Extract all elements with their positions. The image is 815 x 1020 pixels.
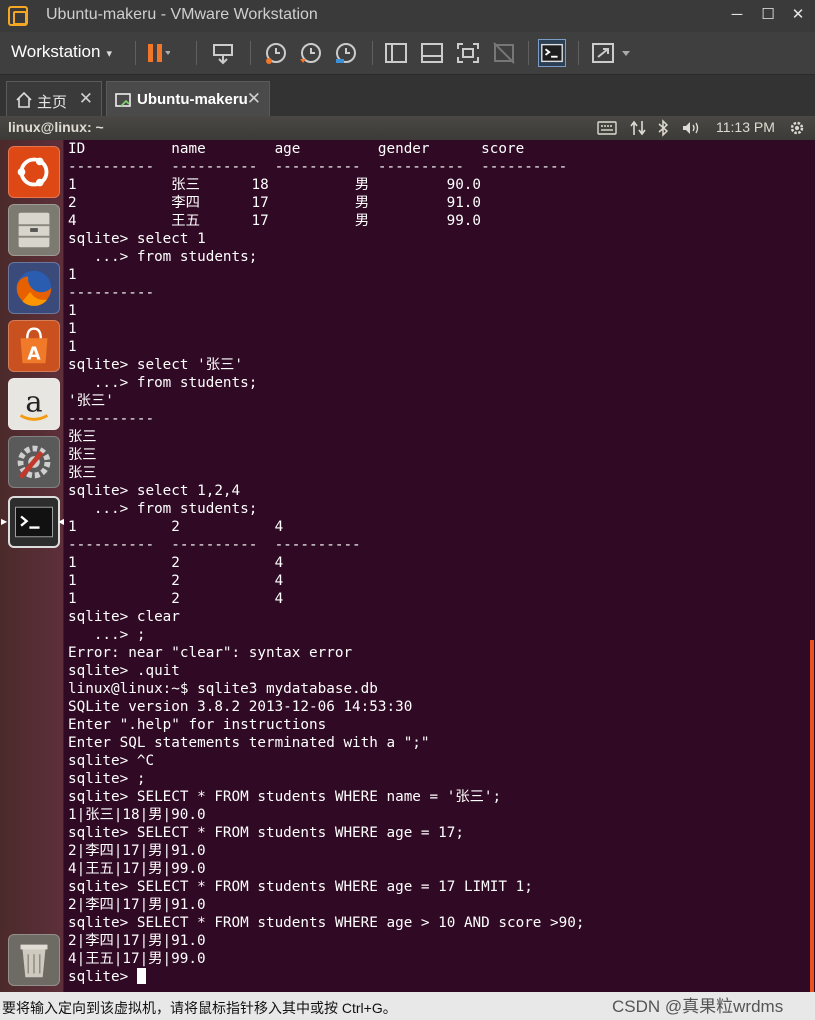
sidebar-icon[interactable] bbox=[382, 39, 410, 67]
terminal-prompt: sqlite> bbox=[68, 969, 137, 985]
svg-text:a: a bbox=[25, 385, 42, 419]
vmware-toolbar: Workstation ▾ bbox=[0, 32, 815, 74]
stretch-icon[interactable] bbox=[590, 39, 636, 67]
terminal-icon[interactable] bbox=[8, 496, 60, 548]
active-indicator-icon: ▶ bbox=[1, 517, 8, 526]
toolbar-divider bbox=[135, 41, 136, 65]
snapshot-manager-icon[interactable] bbox=[332, 39, 360, 67]
ubuntu-launcher: A a ▶ ◀ bbox=[0, 140, 64, 992]
vm-icon bbox=[115, 93, 131, 107]
network-icon[interactable] bbox=[629, 120, 647, 136]
terminal-output: ID name age gender score ---------- ----… bbox=[68, 140, 584, 986]
ubuntu-dash-icon[interactable] bbox=[8, 146, 60, 198]
status-message: 要将输入定向到该虚拟机，请将鼠标指针移入其中或按 Ctrl+G。 bbox=[2, 1000, 397, 1016]
toolbar-divider bbox=[250, 41, 251, 65]
terminal-window[interactable]: ID name age gender score ---------- ----… bbox=[64, 140, 815, 992]
workstation-menu-label: Workstation bbox=[11, 42, 101, 61]
tab-bar: 主页 ✕ Ubuntu-makeru ✕ bbox=[0, 74, 815, 117]
toolbar-divider bbox=[196, 41, 197, 65]
active-window-title: linux@linux: ~ bbox=[8, 119, 104, 135]
terminal-cursor bbox=[136, 968, 146, 984]
thumbnail-icon[interactable] bbox=[418, 39, 446, 67]
toolbar-divider bbox=[372, 41, 373, 65]
workstation-menu[interactable]: Workstation ▾ bbox=[11, 42, 112, 62]
fullscreen-icon[interactable] bbox=[454, 39, 482, 67]
watermark: CSDN @真果粒wrdms bbox=[612, 997, 784, 1016]
window-title: Ubuntu-makeru - VMware Workstation bbox=[46, 6, 318, 23]
chevron-down-icon: ▾ bbox=[106, 48, 112, 60]
close-icon[interactable]: ✕ bbox=[79, 89, 93, 109]
tab-ubuntu-makeru[interactable]: Ubuntu-makeru ✕ bbox=[106, 81, 270, 117]
toolbar-divider bbox=[578, 41, 579, 65]
vmware-status-bar: 要将输入定向到该虚拟机，请将鼠标指针移入其中或按 Ctrl+G。 CSDN @真… bbox=[0, 992, 815, 1020]
toolbar-divider bbox=[528, 41, 529, 65]
tab-label: 主页 bbox=[37, 94, 68, 111]
terminal-text: ID name age gender score ---------- ----… bbox=[68, 141, 585, 967]
close-icon[interactable]: ✕ bbox=[247, 89, 261, 109]
volume-icon[interactable] bbox=[681, 120, 703, 136]
snapshot-icon[interactable] bbox=[262, 39, 290, 67]
firefox-icon[interactable] bbox=[8, 262, 60, 314]
trash-icon[interactable] bbox=[8, 934, 60, 986]
home-icon bbox=[16, 91, 32, 108]
console-icon[interactable] bbox=[538, 39, 566, 67]
pause-icon[interactable] bbox=[142, 39, 170, 67]
send-keys-icon[interactable] bbox=[210, 39, 238, 67]
tab-home[interactable]: 主页 ✕ bbox=[6, 81, 102, 117]
maximize-button[interactable]: ☐ bbox=[756, 4, 780, 26]
unity-icon[interactable] bbox=[490, 39, 518, 67]
minimize-button[interactable]: ─ bbox=[725, 4, 749, 26]
keyboard-icon[interactable] bbox=[597, 121, 617, 135]
vmware-title-bar: Ubuntu-makeru - VMware Workstation ─ ☐ ✕ bbox=[0, 0, 815, 32]
settings-gear-icon[interactable] bbox=[788, 119, 806, 137]
scrollbar[interactable] bbox=[810, 640, 814, 992]
vmware-logo-icon bbox=[8, 6, 28, 26]
svg-text:A: A bbox=[27, 344, 41, 364]
tab-label: Ubuntu-makeru bbox=[137, 91, 248, 108]
ubuntu-top-panel: linux@linux: ~ 11:13 PM bbox=[0, 116, 815, 140]
bluetooth-icon[interactable] bbox=[657, 119, 669, 137]
revert-snapshot-icon[interactable] bbox=[297, 39, 325, 67]
close-button[interactable]: ✕ bbox=[786, 4, 810, 26]
system-settings-icon[interactable] bbox=[8, 436, 60, 488]
software-center-icon[interactable]: A bbox=[8, 320, 60, 372]
clock[interactable]: 11:13 PM bbox=[716, 119, 775, 135]
amazon-icon[interactable]: a bbox=[8, 378, 60, 430]
files-icon[interactable] bbox=[8, 204, 60, 256]
